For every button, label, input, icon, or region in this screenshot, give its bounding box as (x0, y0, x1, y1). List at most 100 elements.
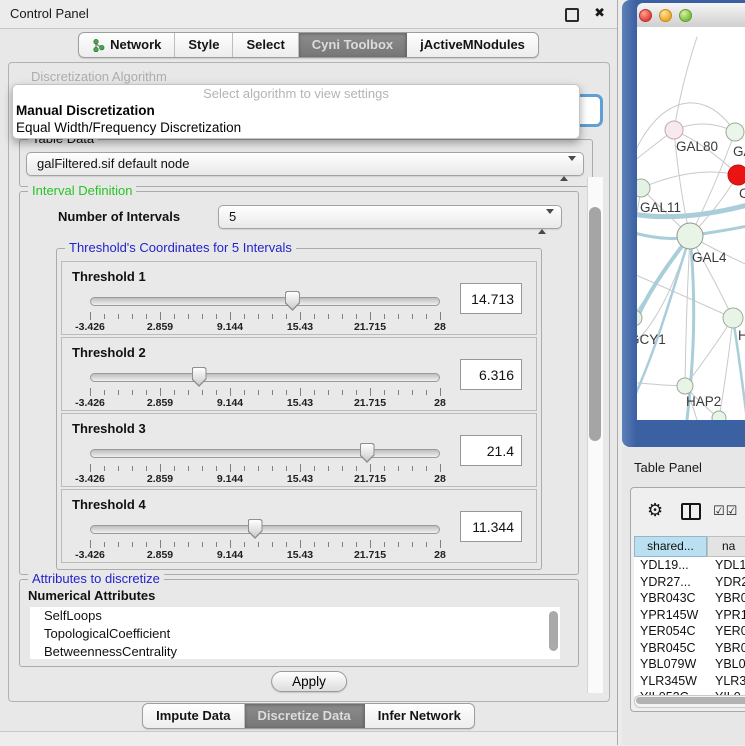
cell-name[interactable]: YBR0 (707, 640, 745, 657)
column-header-2[interactable]: na (707, 536, 745, 557)
tick-mark (342, 390, 343, 395)
table-row[interactable]: YBR043CYBR0 (634, 590, 745, 607)
network-node[interactable] (677, 223, 703, 249)
table-body: YDL19...YDL1YDR27...YDR2YBR043CYBR0YPR14… (634, 557, 745, 696)
network-node[interactable] (728, 165, 745, 185)
table-row[interactable]: YDR27...YDR2 (634, 574, 745, 591)
slider-track[interactable] (90, 373, 440, 382)
bottom-tab-infer-network[interactable]: Infer Network (365, 704, 474, 728)
threshold-slider[interactable]: -3.4262.8599.14415.4321.71528 (90, 290, 440, 332)
cell-shared-name[interactable]: YER054C (634, 623, 707, 640)
attribute-list-item[interactable]: TopologicalCoefficient (30, 625, 560, 643)
split-columns-icon[interactable] (681, 503, 701, 520)
cell-name[interactable]: YDL1 (707, 557, 745, 574)
cell-shared-name[interactable]: YPR145W (634, 607, 707, 624)
float-window-icon[interactable] (565, 8, 579, 22)
bottom-tab-impute-data[interactable]: Impute Data (143, 704, 244, 728)
tick-mark (104, 390, 105, 395)
slider-thumb[interactable] (192, 367, 207, 387)
number-of-intervals-combobox[interactable]: 5 (218, 205, 562, 229)
table-row[interactable]: YBL079WYBL0 (634, 656, 745, 673)
threshold-value-field[interactable] (460, 359, 522, 390)
table-row[interactable]: YDL19...YDL1 (634, 557, 745, 574)
network-window-titlebar[interactable] (637, 3, 745, 28)
threshold-slider[interactable]: -3.4262.8599.14415.4321.71528 (90, 366, 440, 408)
threshold-value-field[interactable] (460, 283, 522, 314)
attributes-scrollbar[interactable] (549, 611, 558, 651)
attribute-list-item[interactable]: SelfLoops (30, 607, 560, 625)
tick-mark (272, 466, 273, 471)
column-header-1[interactable]: shared... (634, 536, 707, 557)
network-node[interactable] (726, 123, 744, 141)
cell-shared-name[interactable]: YBR045C (634, 640, 707, 657)
tick-mark (342, 466, 343, 471)
tab-jactivemnodules[interactable]: jActiveMNodules (407, 33, 538, 57)
table-data-value: galFiltered.sif default node (37, 156, 189, 171)
tick-mark (286, 466, 287, 471)
tick-mark (412, 542, 413, 547)
cell-name[interactable]: YPR1 (707, 607, 745, 624)
tick-label: 15.43 (287, 549, 313, 561)
cell-name[interactable]: YBR0 (707, 590, 745, 607)
network-canvas[interactable]: GAL80GACGAL11GAL4GCY1HHAP2 (637, 27, 745, 420)
tab-cyni-toolbox[interactable]: Cyni Toolbox (299, 33, 407, 57)
gear-icon[interactable]: ⚙ (647, 501, 663, 519)
zoom-traffic-light-icon[interactable] (679, 9, 692, 22)
tab-style[interactable]: Style (175, 33, 233, 57)
cell-name[interactable]: YER0 (707, 623, 745, 640)
control-panel: Control Panel ✖ NetworkStyleSelectCyni T… (0, 0, 618, 745)
cell-shared-name[interactable]: YBL079W (634, 656, 707, 673)
algorithm-option-equal-width[interactable]: Equal Width/Frequency Discretization (13, 119, 579, 136)
network-node[interactable] (637, 179, 650, 197)
threshold-value-field[interactable] (460, 511, 522, 542)
tick-mark (216, 390, 217, 395)
threshold-box-1: Threshold 1-3.4262.8599.14415.4321.71528 (61, 261, 537, 335)
cell-shared-name[interactable]: YDR27... (634, 574, 707, 591)
table-horizontal-scrollbar[interactable] (634, 695, 745, 708)
slider-thumb[interactable] (248, 519, 263, 539)
cell-shared-name[interactable]: YLR345W (634, 673, 707, 690)
network-node[interactable] (677, 378, 693, 394)
close-traffic-light-icon[interactable] (639, 9, 652, 22)
tick-mark (328, 542, 329, 547)
cell-name[interactable]: YBL0 (707, 656, 745, 673)
tick-label: 9.144 (217, 321, 243, 333)
bottom-tab-discretize-data[interactable]: Discretize Data (245, 704, 365, 728)
combo-spinner-icon[interactable] (538, 211, 554, 233)
combo-spinner-icon[interactable] (560, 158, 576, 180)
checkbox-checked-icons[interactable]: ☑☑ (713, 503, 738, 519)
network-node[interactable] (665, 121, 683, 139)
tick-mark (188, 314, 189, 319)
slider-thumb[interactable] (360, 443, 375, 463)
slider-track[interactable] (90, 449, 440, 458)
cell-name[interactable]: YLR3 (707, 673, 745, 690)
threshold-slider[interactable]: -3.4262.8599.14415.4321.71528 (90, 442, 440, 484)
table-hscroll-thumb[interactable] (636, 697, 745, 704)
tab-network[interactable]: Network (79, 33, 175, 57)
algorithm-prompt-option[interactable]: Select algorithm to view settings (13, 85, 579, 102)
threshold-slider[interactable]: -3.4262.8599.14415.4321.71528 (90, 518, 440, 560)
algorithm-option-manual[interactable]: Manual Discretization (13, 102, 579, 119)
network-node[interactable] (723, 308, 743, 328)
threshold-value-field[interactable] (460, 435, 522, 466)
slider-track[interactable] (90, 297, 440, 306)
table-row[interactable]: YPR145WYPR1 (634, 607, 745, 624)
close-icon[interactable]: ✖ (594, 5, 605, 21)
cell-shared-name[interactable]: YBR043C (634, 590, 707, 607)
thresholds-title: Threshold's Coordinates for 5 Intervals (65, 240, 296, 255)
table-data-combobox[interactable]: galFiltered.sif default node (26, 152, 584, 176)
tab-select[interactable]: Select (233, 33, 298, 57)
apply-button[interactable]: Apply (271, 671, 347, 692)
attribute-list-item[interactable]: BetweennessCentrality (30, 643, 560, 659)
table-row[interactable]: YER054CYER0 (634, 623, 745, 640)
panel-scrollbar[interactable] (587, 177, 603, 693)
table-row[interactable]: YBR045CYBR0 (634, 640, 745, 657)
minimize-traffic-light-icon[interactable] (659, 9, 672, 22)
slider-track[interactable] (90, 525, 440, 534)
cell-shared-name[interactable]: YDL19... (634, 557, 707, 574)
cell-name[interactable]: YDR2 (707, 574, 745, 591)
panel-scrollbar-thumb[interactable] (589, 207, 601, 441)
network-node[interactable] (712, 411, 726, 420)
table-row[interactable]: YLR345WYLR3 (634, 673, 745, 690)
slider-thumb[interactable] (285, 291, 300, 311)
